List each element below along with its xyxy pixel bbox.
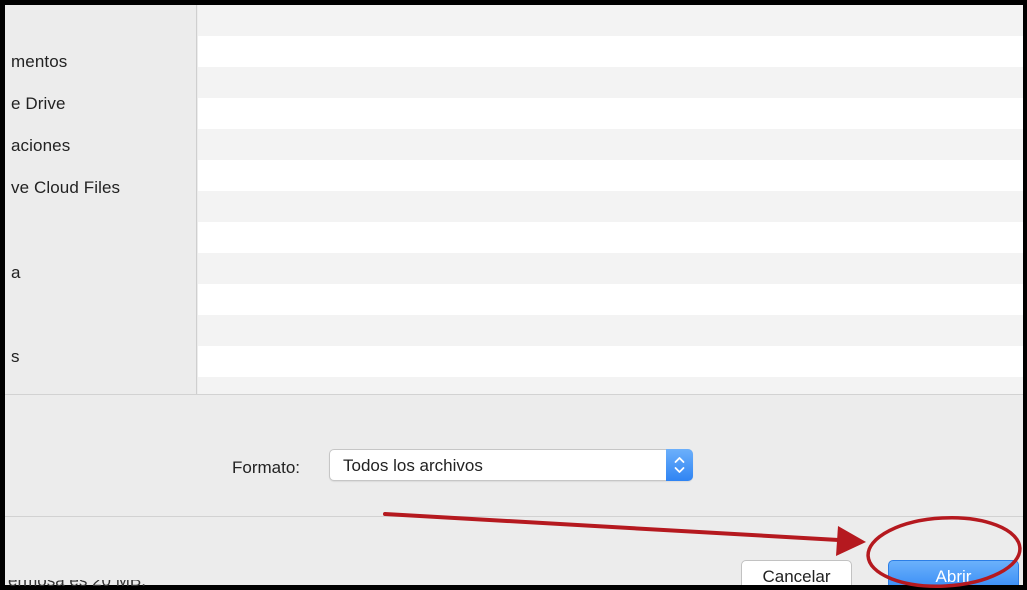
list-row[interactable] [198,129,1023,160]
sidebar-item-5[interactable]: a [11,263,21,283]
list-row[interactable] [198,5,1023,36]
sidebar-item-drive[interactable]: e Drive [11,94,66,114]
list-row[interactable] [198,346,1023,377]
sidebar-item-documentos[interactable]: mentos [11,52,67,72]
list-row[interactable] [198,284,1023,315]
format-select-value: Todos los archivos [343,456,483,475]
button-bar: Cancelar Abrir [5,518,1023,585]
chevron-up-down-icon[interactable] [666,449,693,481]
file-list[interactable] [198,5,1023,408]
options-panel: Formato: Todos los archivos [5,394,1023,517]
list-row[interactable] [198,160,1023,191]
sidebar: mentos e Drive aciones ve Cloud Files a … [5,5,197,394]
list-row[interactable] [198,191,1023,222]
list-row[interactable] [198,222,1023,253]
list-row[interactable] [198,98,1023,129]
sidebar-item-6[interactable]: s [11,347,20,367]
cancel-button[interactable]: Cancelar [741,560,852,585]
sidebar-item-aplicaciones[interactable]: aciones [11,136,70,156]
format-select[interactable]: Todos los archivos [329,449,693,481]
file-open-dialog: mentos e Drive aciones ve Cloud Files a … [0,0,1027,590]
list-row[interactable] [198,67,1023,98]
sidebar-item-cloud-files[interactable]: ve Cloud Files [11,178,120,198]
list-row[interactable] [198,253,1023,284]
list-row[interactable] [198,36,1023,67]
format-label: Formato: [232,458,301,477]
open-button[interactable]: Abrir [888,560,1019,585]
list-row[interactable] [198,315,1023,346]
